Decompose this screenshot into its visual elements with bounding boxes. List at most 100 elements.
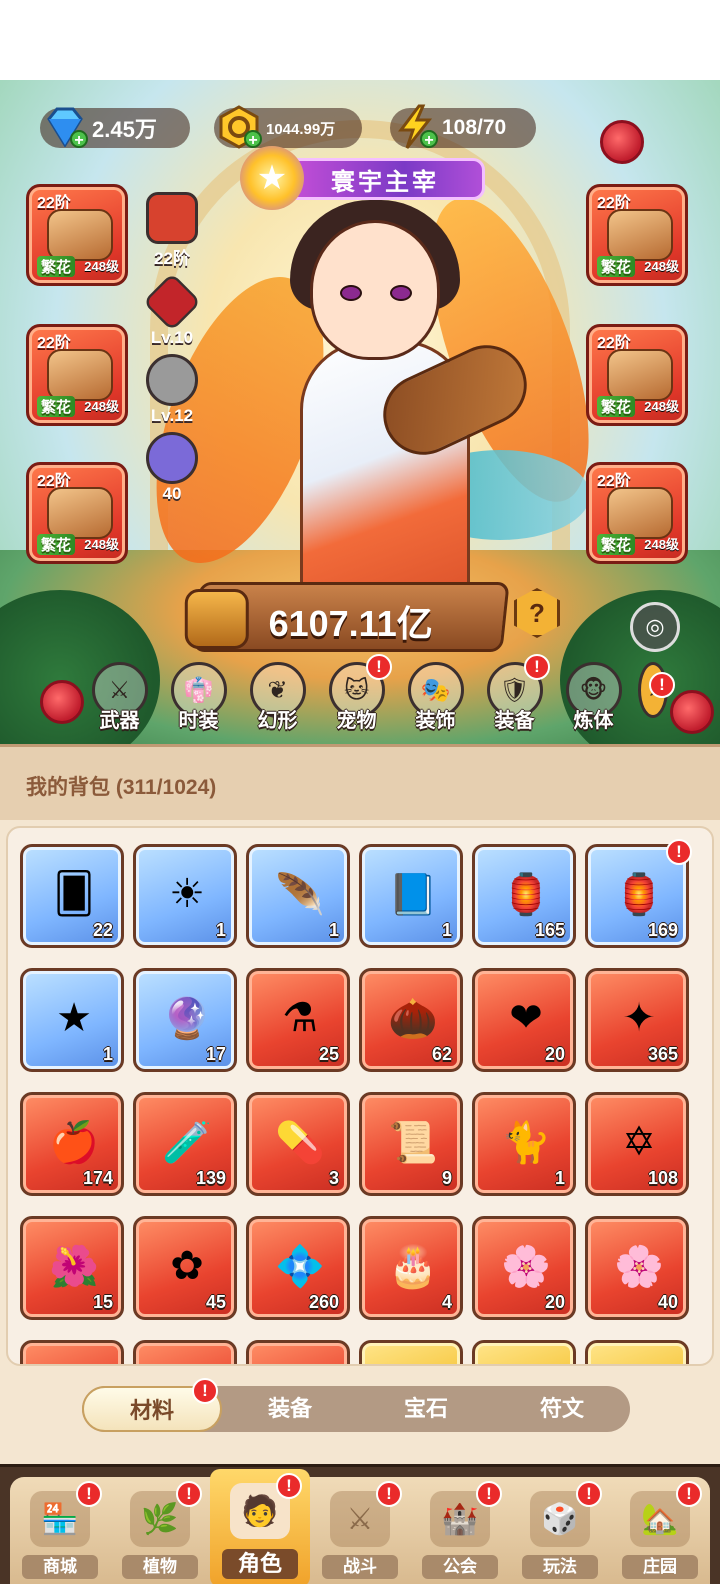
bag-item[interactable]: 🂠 22 bbox=[20, 844, 124, 948]
mini-slot-crystal[interactable]: Lv.10 bbox=[140, 272, 204, 356]
role-menu-decoration[interactable]: 🎭 装饰 bbox=[396, 662, 475, 732]
notification-badge: ! bbox=[666, 839, 692, 865]
role-menu-pet[interactable]: 🐱 宠物 ! bbox=[317, 654, 396, 732]
nav-character[interactable]: 🧑 角色! bbox=[210, 1469, 310, 1584]
mini-slot-emblem[interactable]: Lv.12 bbox=[140, 354, 204, 434]
orb-ring-icon: 🔮 bbox=[162, 996, 212, 1041]
item-quantity: 22 bbox=[92, 920, 113, 940]
notification-badge: ! bbox=[649, 672, 675, 698]
role-menu-equipment[interactable]: 🛡 装备 ! bbox=[475, 654, 554, 732]
role-menu-more[interactable]: › ! bbox=[633, 662, 675, 732]
nav-guild[interactable]: 🏰 公会! bbox=[410, 1477, 510, 1584]
bag-item[interactable]: ☀ 1 bbox=[133, 844, 237, 948]
hide-ui-button[interactable]: ◎ bbox=[630, 602, 680, 652]
item-quantity: 174 bbox=[82, 1168, 113, 1188]
bag-item[interactable] bbox=[246, 1340, 350, 1364]
sun-emblem-icon: ☀ bbox=[169, 872, 205, 916]
bag-item[interactable]: 🍎 174 bbox=[20, 1092, 124, 1196]
title-banner[interactable]: 寰宇主宰 ★ bbox=[240, 146, 490, 210]
bag-item[interactable] bbox=[133, 1340, 237, 1364]
bag-item[interactable]: 🌺 15 bbox=[20, 1216, 124, 1320]
bag-item[interactable]: ✦ 365 bbox=[585, 968, 689, 1072]
tab-materials[interactable]: 材料 ! bbox=[82, 1378, 222, 1432]
tab-gems[interactable]: 宝石 bbox=[358, 1386, 494, 1432]
equip-slot-glove[interactable]: 22阶 繁花 248级 bbox=[26, 324, 128, 426]
tab-equipment[interactable]: 装备 bbox=[222, 1386, 358, 1432]
notification-badge: ! bbox=[476, 1481, 502, 1507]
gold-counter[interactable]: + 1044.99万 bbox=[214, 105, 362, 149]
nav-shop[interactable]: 🏪 商城! bbox=[10, 1477, 110, 1584]
role-menu-costume[interactable]: 👘 时装 bbox=[159, 662, 238, 732]
tab-runes[interactable]: 符文 bbox=[494, 1386, 630, 1432]
bag-item[interactable]: ✡ 108 bbox=[585, 1092, 689, 1196]
potion-bottle-icon: ⚗ bbox=[282, 996, 318, 1040]
diamond-value: 2.45万 bbox=[92, 117, 157, 142]
bag-item[interactable] bbox=[359, 1340, 463, 1364]
bag-grid: 🂠 22 ☀ 1 🪶 1 📘 1 🏮 165 🏮 169! ★ 1 🔮 17 ⚗ 25 🌰 62 ❤ 20 ✦ 365 🍎 174… bbox=[20, 839, 692, 1364]
equip-slot-hat[interactable]: 22阶 繁花 248级 bbox=[26, 184, 128, 286]
bag-item[interactable]: 📘 1 bbox=[359, 844, 463, 948]
role-menu-transform[interactable]: ❦ 幻形 bbox=[238, 662, 317, 732]
nav-label: 战斗 bbox=[322, 1555, 398, 1579]
bag-title: 我的背包 (311/1024) bbox=[26, 771, 216, 801]
nav-gameplay[interactable]: 🎲 玩法! bbox=[510, 1477, 610, 1584]
bag-item[interactable]: 💠 260 bbox=[246, 1216, 350, 1320]
add-diamond-icon[interactable]: + bbox=[70, 130, 88, 149]
mini-label: Lv.12 bbox=[150, 406, 194, 425]
bag-item[interactable] bbox=[472, 1340, 576, 1364]
bag-item[interactable] bbox=[20, 1340, 124, 1364]
role-menu-label: 装饰 bbox=[415, 710, 456, 732]
diamond-counter[interactable]: + 2.45万 bbox=[40, 107, 190, 149]
bag-item[interactable]: 🌸 40 bbox=[585, 1216, 689, 1320]
bag-item[interactable]: ✿ 45 bbox=[133, 1216, 237, 1320]
item-quantity: 169 bbox=[647, 920, 678, 940]
nav-manor[interactable]: 🏡 庄园! bbox=[610, 1477, 710, 1584]
energy-counter[interactable]: + 108/70 bbox=[390, 104, 536, 149]
equip-slot-pants[interactable]: 22阶 繁花 248级 bbox=[26, 462, 128, 564]
bag-item[interactable]: 🏮 165 bbox=[472, 844, 576, 948]
equip-slot-armor[interactable]: 22阶 繁花 248级 bbox=[586, 184, 688, 286]
bag-item[interactable]: ⚗ 25 bbox=[246, 968, 350, 1072]
nav-battle[interactable]: ⚔ 战斗! bbox=[310, 1477, 410, 1584]
red-scroll-icon: 📜 bbox=[388, 1120, 438, 1165]
bag-item[interactable]: 🌸 20 bbox=[472, 1216, 576, 1320]
bag-item[interactable]: 🏮 169! bbox=[585, 839, 692, 948]
pants-icon bbox=[47, 487, 113, 539]
bag-item[interactable]: 🎂 4 bbox=[359, 1216, 463, 1320]
add-energy-icon[interactable]: + bbox=[420, 130, 438, 149]
bag-capacity: (311/1024) bbox=[115, 776, 217, 799]
bag-item[interactable]: 📜 9 bbox=[359, 1092, 463, 1196]
bag-grid-container[interactable]: 🂠 22 ☀ 1 🪶 1 📘 1 🏮 165 🏮 169! ★ 1 🔮 17 ⚗ 25 🌰 62 ❤ 20 ✦ 365 🍎 174… bbox=[6, 826, 714, 1366]
bag-item[interactable] bbox=[585, 1340, 689, 1364]
bag-item[interactable]: ★ 1 bbox=[20, 968, 124, 1072]
role-menu-label: 幻形 bbox=[257, 710, 298, 732]
bag-item[interactable]: 💊 3 bbox=[246, 1092, 350, 1196]
bag-item[interactable]: 🔮 17 bbox=[133, 968, 237, 1072]
notification-badge: ! bbox=[276, 1473, 302, 1499]
bag-item[interactable]: 🌰 62 bbox=[359, 968, 463, 1072]
bag-title-text: 我的背包 bbox=[26, 776, 110, 799]
item-quantity: 1 bbox=[328, 920, 339, 940]
character-scene: + 2.45万 + 1044.99万 + 108/70 寰宇主宰 ★ 22阶 繁… bbox=[0, 80, 720, 750]
add-gold-icon[interactable]: + bbox=[244, 130, 262, 149]
purple-orb-icon bbox=[146, 432, 198, 484]
item-quantity: 1 bbox=[441, 920, 452, 940]
bag-item[interactable]: ❤ 20 bbox=[472, 968, 576, 1072]
boots-icon bbox=[607, 487, 673, 539]
equip-slot-belt[interactable]: 22阶 繁花 248级 bbox=[586, 324, 688, 426]
role-menu-label: 装备 bbox=[494, 710, 535, 732]
role-menu-weapon[interactable]: ⚔ 武器 bbox=[80, 662, 159, 732]
slot-level: 248级 bbox=[84, 399, 119, 414]
role-menu-body[interactable]: 🐵 炼体 bbox=[554, 662, 633, 732]
bag-item[interactable]: 🪶 1 bbox=[246, 844, 350, 948]
nav-plant[interactable]: 🌿 植物! bbox=[110, 1477, 210, 1584]
bag-item[interactable]: 🐈 1 bbox=[472, 1092, 576, 1196]
mini-slot-orb[interactable]: 40 bbox=[140, 432, 204, 512]
equip-slot-boots[interactable]: 22阶 繁花 248级 bbox=[586, 462, 688, 564]
bag-tabs: 材料 ! 装备 宝石 符文 bbox=[82, 1378, 630, 1432]
partial-item-icon bbox=[610, 1361, 668, 1364]
rose-decoration bbox=[600, 120, 644, 164]
status-bar bbox=[0, 0, 720, 80]
bag-item[interactable]: 🧪 139 bbox=[133, 1092, 237, 1196]
mini-slot-book[interactable]: 22阶 bbox=[140, 192, 204, 272]
